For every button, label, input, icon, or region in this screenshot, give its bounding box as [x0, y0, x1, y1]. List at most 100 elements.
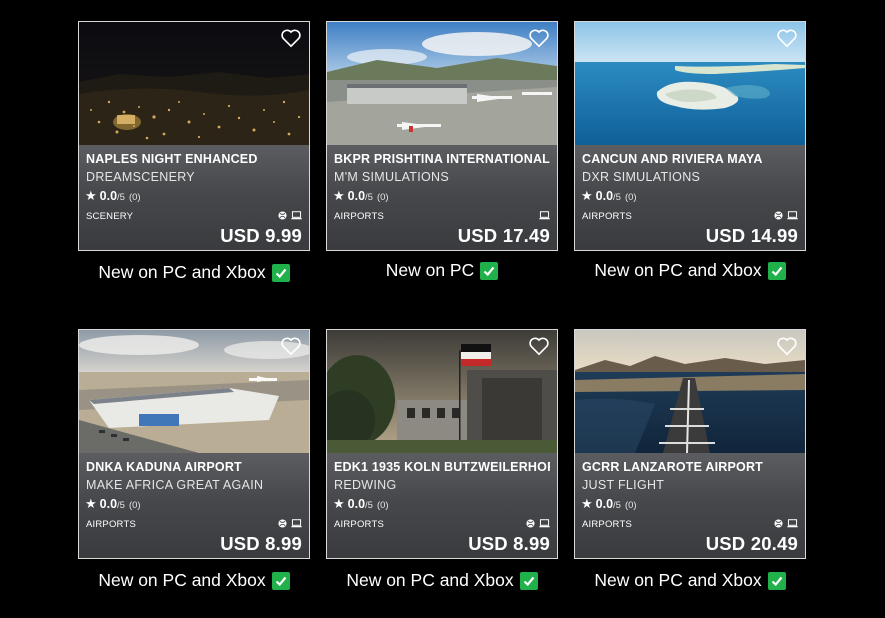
product-title: GCRR LANZAROTE AIRPORT	[582, 460, 764, 474]
caption-text: New on PC and Xbox	[594, 570, 762, 590]
product-info: CANCUN AND RIVIERA MAYA DXR SIMULATIONS …	[575, 145, 805, 250]
product-title: NAPLES NIGHT ENHANCED	[86, 152, 258, 166]
product-title: CANCUN AND RIVIERA MAYA	[582, 152, 763, 166]
product-title: EDK1 1935 KOLN BUTZWEILERHOF	[334, 460, 550, 474]
rating-max: /5	[613, 192, 621, 203]
caption-text: New on PC and Xbox	[98, 262, 266, 282]
product-rating: ★ 0.0 /5 (0)	[85, 496, 141, 512]
product-card-cancun[interactable]: CANCUN AND RIVIERA MAYA DXR SIMULATIONS …	[574, 21, 806, 251]
product-caption: New on PC	[326, 260, 558, 281]
rating-count: (0)	[624, 192, 637, 203]
rating-count: (0)	[624, 500, 637, 511]
pc-icon	[539, 519, 550, 528]
product-info: EDK1 1935 KOLN BUTZWEILERHOF REDWING ★ 0…	[327, 453, 557, 558]
rating-count: (0)	[128, 500, 141, 511]
heart-icon[interactable]	[528, 336, 550, 356]
product-caption: New on PC and Xbox	[78, 570, 310, 591]
product-cell: EDK1 1935 KOLN BUTZWEILERHOF REDWING ★ 0…	[326, 329, 558, 591]
product-publisher: JUST FLIGHT	[582, 478, 665, 492]
pc-icon	[787, 519, 798, 528]
pc-icon	[291, 211, 302, 220]
xbox-icon	[278, 519, 287, 528]
rating-value: 0.0	[595, 189, 614, 203]
product-caption: New on PC and Xbox	[326, 570, 558, 591]
rating-count: (0)	[128, 192, 141, 203]
product-cell: NAPLES NIGHT ENHANCED DREAMSCENERY ★ 0.0…	[78, 21, 310, 283]
product-info: GCRR LANZAROTE AIRPORT JUST FLIGHT ★ 0.0…	[575, 453, 805, 558]
rating-value: 0.0	[595, 497, 614, 511]
product-price: USD 20.49	[705, 533, 798, 554]
product-category: AIRPORTS	[334, 519, 384, 530]
product-info: BKPR PRISHTINA INTERNATIONAL M'M SIMULAT…	[327, 145, 557, 250]
heart-icon[interactable]	[776, 336, 798, 356]
xbox-icon	[774, 519, 783, 528]
marketplace-grid: NAPLES NIGHT ENHANCED DREAMSCENERY ★ 0.0…	[0, 0, 885, 618]
rating-value: 0.0	[99, 189, 118, 203]
product-thumbnail	[327, 330, 557, 453]
product-publisher: DREAMSCENERY	[86, 170, 195, 184]
pc-icon	[291, 519, 302, 528]
product-rating: ★ 0.0 /5 (0)	[581, 496, 637, 512]
star-icon: ★	[85, 188, 97, 203]
product-cell: CANCUN AND RIVIERA MAYA DXR SIMULATIONS …	[574, 21, 806, 281]
rating-max: /5	[117, 500, 125, 511]
product-rating: ★ 0.0 /5 (0)	[581, 188, 637, 204]
caption-text: New on PC and Xbox	[98, 570, 266, 590]
heart-icon[interactable]	[776, 28, 798, 48]
xbox-icon	[526, 519, 535, 528]
product-price: USD 8.99	[468, 533, 550, 554]
product-card-naples[interactable]: NAPLES NIGHT ENHANCED DREAMSCENERY ★ 0.0…	[78, 21, 310, 251]
rating-value: 0.0	[347, 189, 366, 203]
product-thumbnail	[575, 22, 805, 145]
product-cell: BKPR PRISHTINA INTERNATIONAL M'M SIMULAT…	[326, 21, 558, 281]
platform-icons	[526, 519, 550, 528]
product-rating: ★ 0.0 /5 (0)	[85, 188, 141, 204]
product-card-koln[interactable]: EDK1 1935 KOLN BUTZWEILERHOF REDWING ★ 0…	[326, 329, 558, 559]
product-category: AIRPORTS	[334, 211, 384, 222]
platform-icons	[774, 519, 798, 528]
product-price: USD 17.49	[457, 225, 550, 246]
xbox-icon	[774, 211, 783, 220]
product-publisher: DXR SIMULATIONS	[582, 170, 701, 184]
check-icon	[271, 571, 290, 590]
product-cell: GCRR LANZAROTE AIRPORT JUST FLIGHT ★ 0.0…	[574, 329, 806, 591]
rating-max: /5	[365, 192, 373, 203]
product-cell: DNKA KADUNA AIRPORT MAKE AFRICA GREAT AG…	[78, 329, 310, 591]
product-info: NAPLES NIGHT ENHANCED DREAMSCENERY ★ 0.0…	[79, 145, 309, 250]
product-category: AIRPORTS	[582, 519, 632, 530]
product-publisher: REDWING	[334, 478, 397, 492]
product-caption: New on PC and Xbox	[78, 262, 310, 283]
product-rating: ★ 0.0 /5 (0)	[333, 188, 389, 204]
product-card-prishtina[interactable]: BKPR PRISHTINA INTERNATIONAL M'M SIMULAT…	[326, 21, 558, 251]
rating-count: (0)	[376, 192, 389, 203]
check-icon	[519, 571, 538, 590]
rating-value: 0.0	[347, 497, 366, 511]
rating-max: /5	[365, 500, 373, 511]
caption-text: New on PC	[385, 260, 475, 280]
product-caption: New on PC and Xbox	[574, 260, 806, 281]
product-card-kaduna[interactable]: DNKA KADUNA AIRPORT MAKE AFRICA GREAT AG…	[78, 329, 310, 559]
heart-icon[interactable]	[528, 28, 550, 48]
rating-max: /5	[613, 500, 621, 511]
star-icon: ★	[333, 188, 345, 203]
product-thumbnail	[79, 22, 309, 145]
rating-count: (0)	[376, 500, 389, 511]
heart-icon[interactable]	[280, 28, 302, 48]
product-card-lanzarote[interactable]: GCRR LANZAROTE AIRPORT JUST FLIGHT ★ 0.0…	[574, 329, 806, 559]
product-caption: New on PC and Xbox	[574, 570, 806, 591]
check-icon	[271, 263, 290, 282]
product-info: DNKA KADUNA AIRPORT MAKE AFRICA GREAT AG…	[79, 453, 309, 558]
rating-value: 0.0	[99, 497, 118, 511]
rating-max: /5	[117, 192, 125, 203]
product-publisher: M'M SIMULATIONS	[334, 170, 449, 184]
check-icon	[767, 571, 786, 590]
heart-icon[interactable]	[280, 336, 302, 356]
product-thumbnail	[79, 330, 309, 453]
product-rating: ★ 0.0 /5 (0)	[333, 496, 389, 512]
platform-icons	[278, 211, 302, 220]
product-title: BKPR PRISHTINA INTERNATIONAL	[334, 152, 550, 166]
product-title: DNKA KADUNA AIRPORT	[86, 460, 242, 474]
platform-icons	[278, 519, 302, 528]
xbox-icon	[278, 211, 287, 220]
product-thumbnail	[575, 330, 805, 453]
